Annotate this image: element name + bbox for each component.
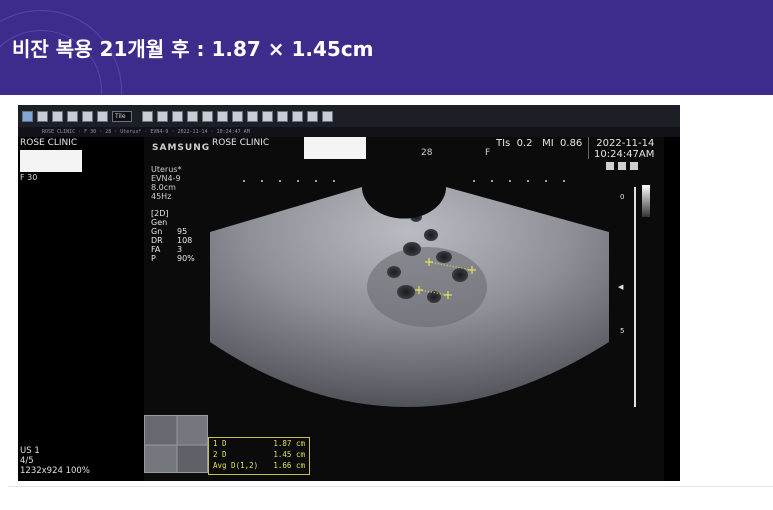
viewer-toolbar: Tile [18, 105, 680, 127]
focus-marker-icon[interactable]: ◀ [618, 283, 623, 291]
lesion-region [367, 247, 487, 327]
measurement-row: 2 D 1.45 cm [213, 450, 305, 459]
depth-scale [634, 187, 636, 407]
report-icon[interactable] [277, 110, 288, 122]
worklist-icon[interactable] [37, 110, 48, 122]
tile-select[interactable]: Tile [112, 110, 132, 122]
slide-footer [8, 486, 773, 510]
lock-icon[interactable] [172, 110, 183, 122]
resolution-label: 1232x924 100% [20, 466, 90, 476]
measurement-row: 1 D 1.87 cm [213, 439, 305, 448]
image-info: US 1 4/5 1232x924 100% [20, 446, 90, 476]
clipboard-icon[interactable] [322, 110, 333, 122]
pointer-icon[interactable] [52, 110, 63, 122]
frame-label: 4/5 [20, 456, 34, 466]
gray-scale-bar [642, 185, 650, 217]
series-label: US 1 [20, 446, 40, 456]
cyst [436, 251, 452, 263]
scale-label-top: 0 [620, 193, 625, 201]
ultrasound-viewer: Tile ROSE CLINIC · F 30 · 28 · Uterus* ·… [18, 105, 680, 481]
top-dots [243, 180, 565, 182]
filter-icon[interactable] [262, 110, 273, 122]
measurement-box: 1 D 1.87 cm 2 D 1.45 cm Avg D(1,2) 1.66 cm [208, 437, 310, 475]
thumbnail-preview[interactable] [144, 415, 208, 473]
zoom-icon[interactable] [67, 110, 78, 122]
slide-title: 비잔 복용 21개월 후 : 1.87 × 1.45cm [12, 37, 374, 61]
title-banner: 비잔 복용 21개월 후 : 1.87 × 1.45cm [0, 0, 773, 95]
patient-icon[interactable] [22, 110, 33, 122]
left-clinic-name: ROSE CLINIC [20, 138, 78, 148]
settings-icon[interactable] [307, 110, 318, 122]
print-icon[interactable] [217, 110, 228, 122]
left-sex-age: F 30 [20, 173, 38, 182]
cyst [452, 268, 468, 282]
user-icon[interactable] [82, 110, 93, 122]
export-icon[interactable] [202, 110, 213, 122]
cyst [424, 229, 438, 241]
redacted-box [20, 150, 82, 172]
sound-icon[interactable] [187, 110, 198, 122]
layout-icon[interactable] [142, 110, 153, 122]
window-icon[interactable] [232, 110, 243, 122]
print2-icon[interactable] [247, 110, 258, 122]
cyst [397, 285, 415, 299]
compare-icon[interactable] [97, 110, 108, 122]
cyst [403, 242, 421, 256]
grid-icon[interactable] [157, 110, 168, 122]
cyst [387, 266, 401, 278]
scale-label-mid: 5 [620, 327, 625, 335]
status-bar: ROSE CLINIC · F 30 · 28 · Uterus* · EVN4… [18, 127, 680, 137]
capture-icon[interactable] [292, 110, 303, 122]
sonogram [210, 180, 609, 407]
measurement-row: Avg D(1,2) 1.66 cm [213, 461, 305, 470]
ultrasound-image-pane[interactable]: SAMSUNG ROSE CLINIC 28 F TIs 0.2 MI 0.86… [144, 137, 664, 481]
